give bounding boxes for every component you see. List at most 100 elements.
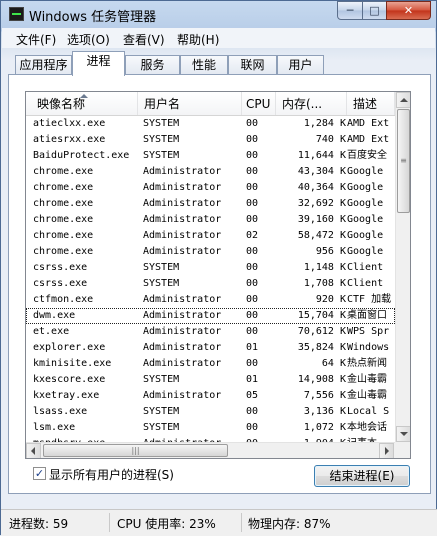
table-row[interactable]: csrss.exe SYSTEM 00 1,708 K Client <box>26 276 395 292</box>
row-image-name: ctfmon.exe <box>33 294 94 305</box>
table-row[interactable]: chrome.exe Administrator 00 43,304 K Google <box>26 164 395 180</box>
row-image-name: chrome.exe <box>33 214 94 225</box>
row-user-name: Administrator <box>143 342 222 353</box>
horizontal-scroll-thumb[interactable]: ||| <box>43 444 228 457</box>
row-description: Client <box>347 262 384 273</box>
column-header-memory[interactable]: 内存(... <box>276 92 347 115</box>
table-row[interactable]: atieclxx.exe SYSTEM 00 1,284 K AMD Ext <box>26 116 395 132</box>
tab-networking[interactable]: 联网 <box>228 55 277 75</box>
row-user-name: Administrator <box>143 326 222 337</box>
close-button[interactable]: ✕ <box>386 1 431 20</box>
title-bar[interactable]: Windows 任务管理器 ─ □ ✕ <box>1 1 437 28</box>
column-header-user-name[interactable]: 用户名 <box>138 92 242 115</box>
column-header-description[interactable]: 描述 <box>347 92 395 115</box>
row-image-name: lsm.exe <box>33 422 76 433</box>
status-separator <box>109 513 110 532</box>
row-user-name: Administrator <box>143 182 222 193</box>
table-row[interactable]: lsm.exe SYSTEM 00 1,072 K 本地会话 <box>26 420 395 436</box>
row-cpu: 00 <box>246 134 259 145</box>
arrow-up-icon <box>400 98 408 102</box>
vertical-scroll-thumb[interactable]: ≡ <box>397 109 410 213</box>
table-row[interactable]: kminisite.exe Administrator 00 64 K 热点新闻 <box>26 356 395 372</box>
menu-file[interactable]: 文件(F) <box>16 31 56 48</box>
table-row[interactable]: ctfmon.exe Administrator 00 920 K CTF 加载 <box>26 292 395 308</box>
row-user-name: SYSTEM <box>143 262 180 273</box>
table-row[interactable]: dwm.exe Administrator 00 15,704 K 桌面窗口 <box>26 308 395 324</box>
row-user-name: Administrator <box>143 390 222 401</box>
table-row[interactable]: kxetray.exe Administrator 05 7,556 K 金山毒霸 <box>26 388 395 404</box>
row-memory: 64 K <box>321 358 346 369</box>
row-user-name: SYSTEM <box>143 374 180 385</box>
table-row[interactable]: chrome.exe Administrator 00 32,692 K Google <box>26 196 395 212</box>
row-memory: 3,136 K <box>303 406 346 417</box>
table-row[interactable]: chrome.exe Administrator 00 40,364 K Google <box>26 180 395 196</box>
row-memory: 956 K <box>315 246 346 257</box>
tab-processes[interactable]: 进程 <box>72 51 125 76</box>
menu-help[interactable]: 帮助(H) <box>177 31 219 48</box>
process-list[interactable]: 映像名称 用户名 CPU 内存(... 描述 atieclxx.exe SYSTE… <box>25 91 411 459</box>
table-row[interactable]: chrome.exe Administrator 02 58,472 K Google <box>26 228 395 244</box>
row-user-name: Administrator <box>143 310 222 321</box>
row-user-name: Administrator <box>143 246 222 257</box>
scroll-down-button[interactable] <box>396 426 410 442</box>
scrollbar-corner <box>395 442 410 458</box>
row-user-name: Administrator <box>143 358 222 369</box>
end-process-button[interactable]: 结束进程(E) <box>314 465 410 487</box>
row-cpu: 00 <box>246 278 259 289</box>
table-row[interactable]: atiesrxx.exe SYSTEM 00 740 K AMD Ext <box>26 132 395 148</box>
row-description: Google <box>347 230 384 241</box>
table-row[interactable]: kxescore.exe SYSTEM 01 14,908 K 金山毒霸 <box>26 372 395 388</box>
row-memory: 1,072 K <box>303 422 346 433</box>
tab-performance[interactable]: 性能 <box>180 55 228 75</box>
row-cpu: 00 <box>246 214 259 225</box>
row-memory: 14,908 K <box>297 374 346 385</box>
menu-view[interactable]: 查看(V) <box>123 31 165 48</box>
row-memory: 35,824 K <box>297 342 346 353</box>
row-memory: 58,472 K <box>297 230 346 241</box>
scroll-left-button[interactable] <box>26 443 41 458</box>
row-user-name: SYSTEM <box>143 422 180 433</box>
row-description: Google <box>347 246 384 257</box>
row-description: Local S <box>347 406 390 417</box>
minimize-button[interactable]: ─ <box>337 1 363 20</box>
horizontal-scrollbar[interactable]: ||| <box>26 442 395 458</box>
row-image-name: csrss.exe <box>33 278 88 289</box>
list-header: 映像名称 用户名 CPU 内存(... 描述 <box>26 92 395 116</box>
table-row[interactable]: chrome.exe Administrator 00 39,160 K Google <box>26 212 395 228</box>
row-memory: 15,704 K <box>297 310 346 321</box>
maximize-button[interactable]: □ <box>362 1 387 20</box>
row-cpu: 00 <box>246 166 259 177</box>
menu-options[interactable]: 选项(O) <box>67 31 110 48</box>
row-description: Google <box>347 198 384 209</box>
column-header-cpu[interactable]: CPU <box>242 92 276 115</box>
table-row[interactable]: explorer.exe Administrator 01 35,824 K Windo… <box>26 340 395 356</box>
scroll-right-button[interactable] <box>379 443 394 458</box>
table-row[interactable]: BaiduProtect.exe SYSTEM 00 11,644 K 百度安全 <box>26 148 395 164</box>
show-all-users-checkbox[interactable]: ✓ <box>33 467 46 480</box>
row-user-name: SYSTEM <box>143 406 180 417</box>
row-memory: 740 K <box>315 134 346 145</box>
table-row[interactable]: et.exe Administrator 00 70,612 K WPS Spr <box>26 324 395 340</box>
row-memory: 70,612 K <box>297 326 346 337</box>
row-description: 桌面窗口 <box>347 310 387 321</box>
column-header-image-name[interactable]: 映像名称 <box>26 92 138 115</box>
row-cpu: 00 <box>246 294 259 305</box>
table-row[interactable]: csrss.exe SYSTEM 00 1,148 K Client <box>26 260 395 276</box>
table-row[interactable]: lsass.exe SYSTEM 00 3,136 K Local S <box>26 404 395 420</box>
scroll-up-button[interactable] <box>396 92 410 108</box>
row-image-name: atieclxx.exe <box>33 118 106 129</box>
tab-users[interactable]: 用户 <box>277 55 324 75</box>
table-row[interactable]: chrome.exe Administrator 00 956 K Google <box>26 244 395 260</box>
tab-applications[interactable]: 应用程序 <box>15 55 72 75</box>
status-cpu-usage: CPU 使用率: 23% <box>117 517 216 531</box>
show-all-users-label[interactable]: 显示所有用户的进程(S) <box>49 466 174 483</box>
sort-ascending-icon <box>80 94 88 98</box>
row-cpu: 00 <box>246 310 259 321</box>
row-memory: 11,644 K <box>297 150 346 161</box>
tab-services[interactable]: 服务 <box>125 55 180 75</box>
window-title: Windows 任务管理器 <box>29 10 157 25</box>
row-user-name: SYSTEM <box>143 150 180 161</box>
row-memory: 920 K <box>315 294 346 305</box>
row-user-name: SYSTEM <box>143 278 180 289</box>
vertical-scrollbar[interactable]: ≡ <box>395 92 410 442</box>
